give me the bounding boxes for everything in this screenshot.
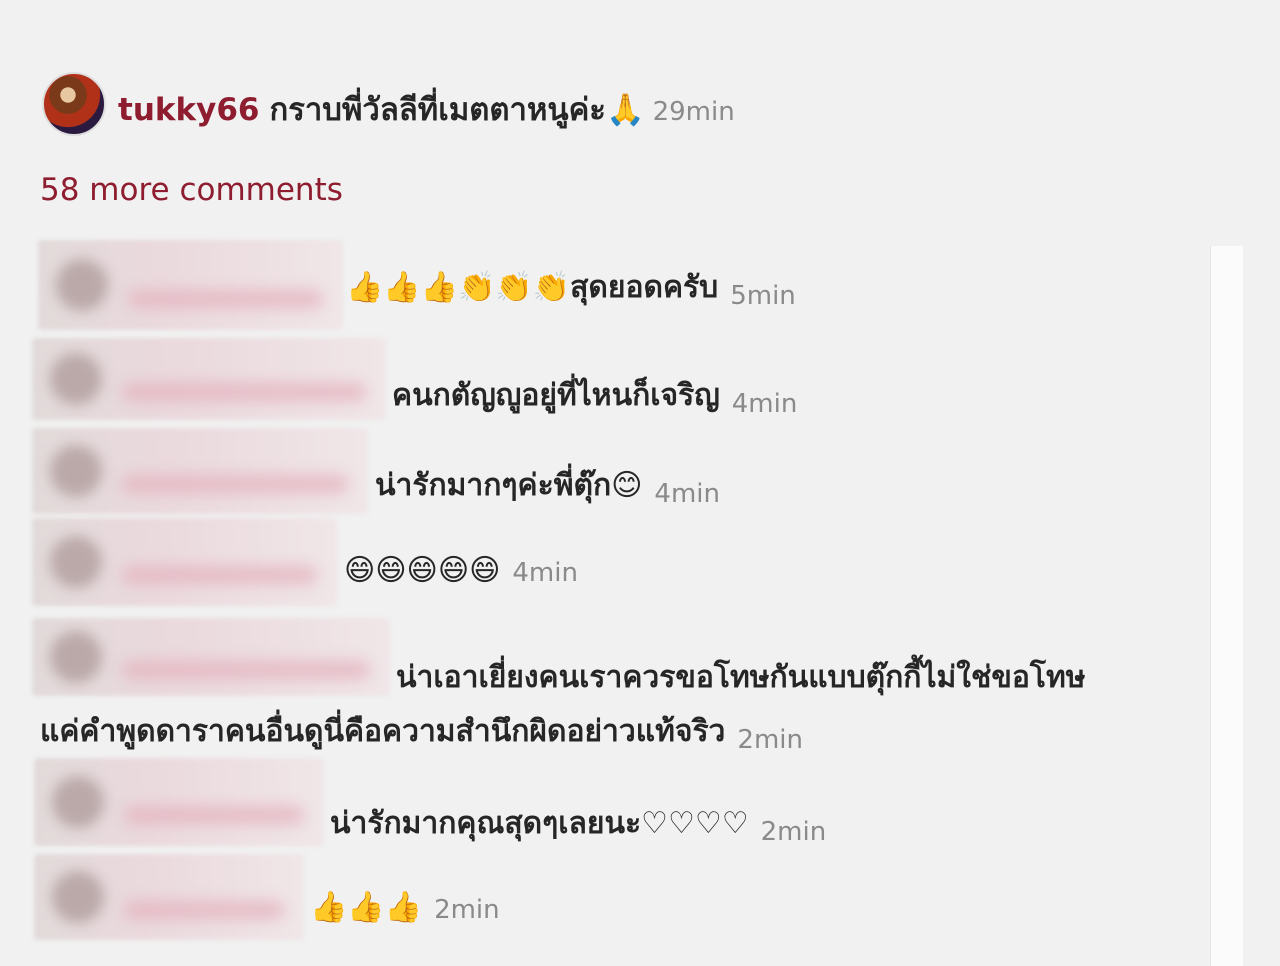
blurred-user-info — [38, 240, 343, 330]
comment-text: กราบพี่วัลลีที่เมตตาหนูค่ะ🙏 — [269, 92, 645, 128]
comment-time: 4min — [731, 389, 798, 419]
comment-text: 👍👍👍 — [310, 890, 423, 925]
blurred-user-info — [34, 854, 304, 940]
top-comment: tukky66 กราบพี่วัลลีที่เมตตาหนูค่ะ🙏 29min — [42, 72, 735, 136]
comment-time: 4min — [512, 558, 578, 588]
list-item: น่ารักมากคุณสุดๆเลยนะ♡♡♡♡ 2min — [330, 800, 826, 847]
avatar[interactable] — [42, 72, 106, 136]
list-item: 😄😄😄😄😄 4min — [344, 553, 578, 588]
comment-time: 4min — [654, 479, 720, 509]
comment-time: 2min — [760, 817, 827, 847]
list-item: 👍👍👍 2min — [310, 890, 500, 925]
comment-text: น่ารักมากคุณสุดๆเลยนะ♡♡♡♡ — [330, 806, 749, 841]
comment-time: 2min — [434, 895, 500, 925]
blurred-user-info — [32, 518, 337, 606]
list-item: คนกตัญญูอยู่ที่ไหนก็เจริญ 4min — [392, 372, 797, 419]
comment-username[interactable]: tukky66 — [118, 92, 259, 128]
blurred-user-info — [32, 338, 386, 420]
comment-text-line-2: แค่คำพูดดาราคนอื่นดูนี่คือความสำนึกผิดอย… — [40, 714, 726, 749]
list-item-continuation: แค่คำพูดดาราคนอื่นดูนี่คือความสำนึกผิดอย… — [40, 708, 803, 755]
comment-text: คนกตัญญูอยู่ที่ไหนก็เจริญ — [392, 378, 720, 413]
comment-time: 2min — [737, 725, 803, 755]
list-item: น่ารักมากๆค่ะพี่ตุ๊ก😊 4min — [375, 462, 720, 509]
load-more-comments-link[interactable]: 58 more comments — [40, 172, 343, 208]
comment-text: น่ารักมากๆค่ะพี่ตุ๊ก😊 — [375, 468, 643, 503]
blurred-user-info — [34, 758, 324, 846]
comment-time: 5min — [730, 281, 796, 311]
comment-text: 😄😄😄😄😄 — [344, 553, 501, 588]
comment-text: น่าเอาเยี่ยงคนเราควรขอโทษกันแบบตุ๊กกี้ไม… — [396, 660, 1086, 695]
comment-time: 29min — [652, 97, 735, 127]
list-item: 👍👍👍👏👏👏สุดยอดครับ 5min — [346, 264, 796, 311]
list-item: น่าเอาเยี่ยงคนเราควรขอโทษกันแบบตุ๊กกี้ไม… — [396, 654, 1086, 701]
comment-text: 👍👍👍👏👏👏สุดยอดครับ — [346, 270, 719, 305]
top-comment-content: tukky66 กราบพี่วัลลีที่เมตตาหนูค่ะ🙏 29min — [118, 84, 735, 134]
blurred-user-info — [32, 428, 368, 514]
scrollbar[interactable] — [1210, 246, 1243, 966]
blurred-user-info — [32, 618, 390, 696]
